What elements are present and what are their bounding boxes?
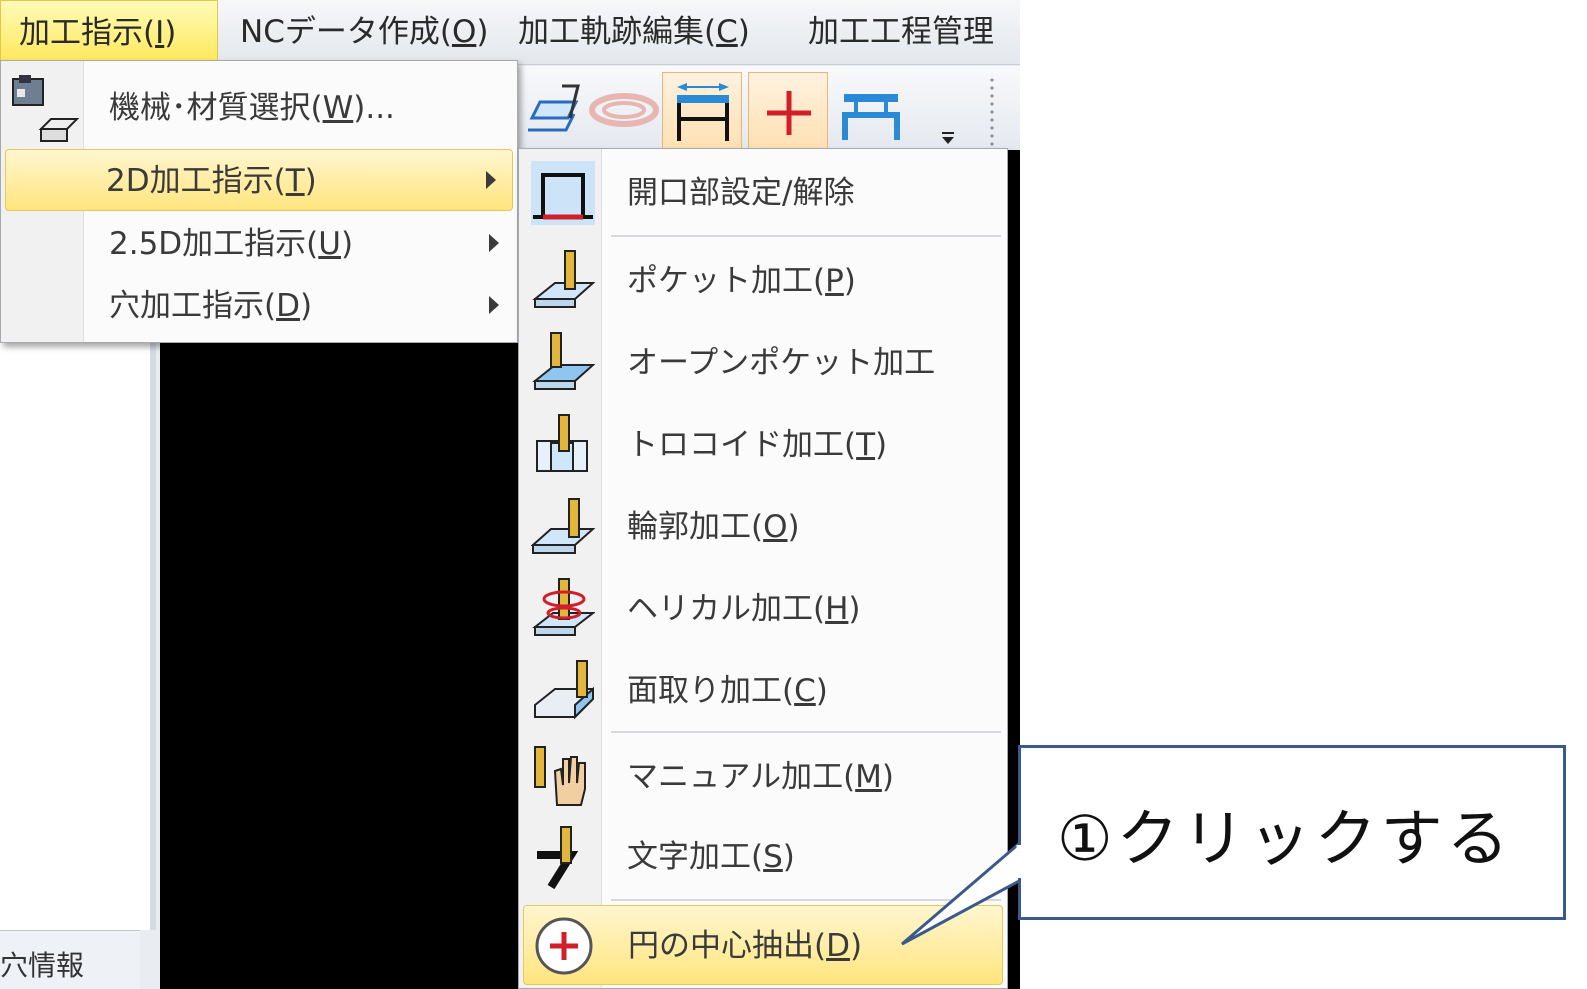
menu-item-open-pocket[interactable]: オープンポケット加工 xyxy=(523,323,1003,403)
chamfer-icon xyxy=(534,660,594,720)
dimension-icon xyxy=(677,83,729,141)
submenu-arrow-icon xyxy=(486,171,496,189)
menu-nc-data[interactable]: NCデータ作成(O) xyxy=(240,0,488,64)
menu-item-opening-set[interactable]: 開口部設定/解除 xyxy=(523,153,1003,233)
menu-item-contour[interactable]: 輪郭加工(O) xyxy=(523,487,1003,567)
menu-item-label: 輪郭加工(O) xyxy=(627,509,800,545)
loop-icon xyxy=(589,93,659,127)
app-window: 加工指示(I) NCデータ作成(O) 加工軌跡編集(C) 加工工程管理 穴情報 … xyxy=(0,0,1020,989)
menu-item-label: 文字加工(S) xyxy=(627,839,795,875)
toolbar-width-button[interactable] xyxy=(662,72,742,150)
menu-item-label: ヘリカル加工(H) xyxy=(627,591,861,627)
menu-item-label: ポケット加工(P) xyxy=(627,263,856,299)
callout-box: ①クリックする xyxy=(1018,745,1566,920)
submenu-arrow-icon xyxy=(489,234,499,252)
menu-item-label: 開口部設定/解除 xyxy=(627,175,855,211)
pocket-mill-icon xyxy=(532,250,595,308)
menu-item-label: 2D加工指示(T) xyxy=(106,163,317,199)
menu-machining-instruction[interactable]: 加工指示(I) xyxy=(0,0,218,64)
toolbar xyxy=(500,66,1020,154)
menu-item-helical[interactable]: ヘリカル加工(H) xyxy=(523,569,1003,649)
toolbar-contour-button[interactable] xyxy=(584,72,664,150)
menu-item-label: 機械･材質選択(W)... xyxy=(109,90,395,126)
toolbar-overflow-icon[interactable] xyxy=(940,128,956,148)
menu-item-label: トロコイド加工(T) xyxy=(627,427,888,463)
menu-item-label: マニュアル加工(M) xyxy=(627,759,895,795)
layers-icon xyxy=(528,84,580,132)
hole-info-tab[interactable]: 穴情報 xyxy=(0,930,140,989)
callout-text: ①クリックする xyxy=(1057,802,1513,875)
opening-icon xyxy=(531,161,595,225)
toolbar-table-button[interactable] xyxy=(830,72,910,150)
menu-toolpath-edit[interactable]: 加工軌跡編集(C) xyxy=(518,0,750,64)
plus-icon xyxy=(767,91,811,135)
open-pocket-icon xyxy=(532,332,595,390)
contour-icon xyxy=(531,498,595,554)
menu-separator xyxy=(611,899,1001,901)
menu-item-label: オープンポケット加工 xyxy=(627,345,936,381)
menu-item-label: 2.5D加工指示(U) xyxy=(109,226,354,262)
machine-material-icon xyxy=(12,75,79,142)
menu-item-chamfer[interactable]: 面取り加工(C) xyxy=(523,651,1003,731)
toolbar-surface-button[interactable] xyxy=(510,72,590,150)
toolbar-gripper[interactable] xyxy=(988,76,996,146)
menu-item-machine-material[interactable]: 機械･材質選択(W)... xyxy=(5,75,513,142)
menu-item-label: 穴加工指示(D) xyxy=(109,288,313,324)
menu-process-management[interactable]: 加工工程管理 xyxy=(808,0,994,64)
text-engrave-icon xyxy=(537,826,579,889)
machining-instruction-menu: 機械･材質選択(W)... 2D加工指示(T) 2.5D加工指示(U) 穴加工指… xyxy=(0,60,518,343)
menu-item-2d-machining[interactable]: 2D加工指示(T) xyxy=(5,149,513,211)
menu-bar: 加工指示(I) NCデータ作成(O) 加工軌跡編集(C) 加工工程管理 xyxy=(0,0,1020,65)
menu-separator xyxy=(611,235,1001,237)
2d-machining-submenu: 開口部設定/解除 ポケット加工(P) オープンポケット加工 トロコイド加工(T)… xyxy=(518,148,1008,989)
menu-item-hole-machining[interactable]: 穴加工指示(D) xyxy=(5,275,513,337)
circle-plus-icon xyxy=(535,917,593,975)
menu-separator xyxy=(611,731,1001,733)
menu-item-manual[interactable]: マニュアル加工(M) xyxy=(523,737,1003,817)
menu-item-circle-center[interactable]: 円の中心抽出(D) xyxy=(523,905,1003,985)
menu-item-text[interactable]: 文字加工(S) xyxy=(523,817,1003,897)
menu-item-pocket[interactable]: ポケット加工(P) xyxy=(523,241,1003,321)
manual-hand-icon xyxy=(534,746,586,806)
fixture-icon xyxy=(842,94,900,140)
submenu-arrow-icon xyxy=(489,296,499,314)
menu-item-label: 円の中心抽出(D) xyxy=(628,928,863,964)
menu-item-2-5d-machining[interactable]: 2.5D加工指示(U) xyxy=(5,213,513,275)
helical-icon xyxy=(532,578,595,636)
toolbar-center-button[interactable] xyxy=(748,72,828,150)
menu-item-trochoid[interactable]: トロコイド加工(T) xyxy=(523,405,1003,485)
trochoid-icon xyxy=(536,414,588,472)
menu-item-label: 面取り加工(C) xyxy=(627,673,828,709)
